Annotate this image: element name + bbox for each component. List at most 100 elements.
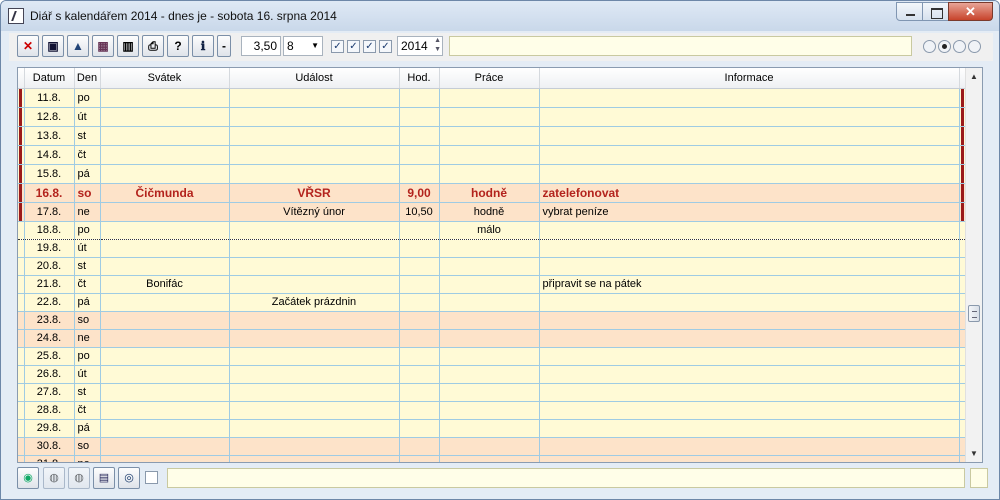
cell-prace[interactable] [439, 437, 540, 456]
cell-svatek[interactable] [100, 329, 230, 348]
radio-4[interactable] [968, 40, 981, 53]
cell-den[interactable]: čt [74, 275, 101, 294]
cell-udalost[interactable] [229, 329, 400, 348]
cell-udalost[interactable] [229, 383, 400, 402]
cell-datum[interactable]: 30.8. [24, 437, 75, 456]
cell-informace[interactable]: zatelefonovat [539, 183, 960, 203]
table-row[interactable]: 13.8. st [18, 126, 966, 146]
cell-hod[interactable] [399, 311, 440, 330]
cell-den[interactable]: po [74, 347, 101, 366]
cell-prace[interactable] [439, 311, 540, 330]
cell-udalost[interactable] [229, 145, 400, 165]
checkbox-4[interactable]: ✓ [379, 40, 392, 53]
cell-udalost[interactable] [229, 107, 400, 127]
cell-hod[interactable] [399, 126, 440, 146]
cell-prace[interactable]: málo [439, 220, 540, 240]
cell-den[interactable]: ne [74, 455, 101, 462]
cell-svatek[interactable] [100, 220, 230, 240]
radio-3[interactable] [953, 40, 966, 53]
table-row[interactable]: 25.8. po [18, 347, 966, 366]
col-den[interactable]: Den [74, 68, 101, 89]
cell-svatek[interactable]: Bonifác [100, 275, 230, 294]
cell-informace[interactable] [539, 455, 960, 462]
cell-datum[interactable]: 25.8. [24, 347, 75, 366]
cell-informace[interactable] [539, 239, 960, 258]
year-spinner[interactable]: 2014 ▲ ▼ [397, 36, 443, 56]
col-svatek[interactable]: Svátek [100, 68, 230, 89]
cell-datum[interactable]: 21.8. [24, 275, 75, 294]
col-informace[interactable]: Informace [539, 68, 960, 89]
cell-informace[interactable] [539, 220, 960, 240]
cell-udalost[interactable] [229, 437, 400, 456]
cell-svatek[interactable] [100, 126, 230, 146]
table-row[interactable]: 20.8. st [18, 257, 966, 276]
cell-datum[interactable]: 20.8. [24, 257, 75, 276]
cell-prace[interactable] [439, 401, 540, 420]
vertical-scrollbar[interactable]: ▲ ▼ [965, 68, 982, 462]
cell-prace[interactable] [439, 126, 540, 146]
cell-hod[interactable] [399, 107, 440, 127]
table-row[interactable]: 18.8. po málo [18, 220, 966, 240]
table-row[interactable]: 11.8. po [18, 88, 966, 108]
cell-udalost[interactable] [229, 419, 400, 438]
cell-den[interactable]: so [74, 311, 101, 330]
cell-informace[interactable] [539, 107, 960, 127]
cell-svatek[interactable] [100, 107, 230, 127]
cell-prace[interactable] [439, 88, 540, 108]
cell-informace[interactable] [539, 401, 960, 420]
print-button[interactable]: ⎙ [142, 35, 164, 57]
cell-informace[interactable] [539, 437, 960, 456]
web-button[interactable]: ◎ [118, 467, 140, 489]
cell-hod[interactable]: 10,50 [399, 202, 440, 222]
cell-den[interactable]: út [74, 107, 101, 127]
table-row[interactable]: 31.8.ne [18, 455, 966, 462]
col-datum[interactable]: Datum [24, 68, 75, 89]
scroll-down-icon[interactable]: ▼ [966, 445, 982, 462]
cell-datum[interactable]: 27.8. [24, 383, 75, 402]
cell-svatek[interactable] [100, 365, 230, 384]
cell-hod[interactable] [399, 257, 440, 276]
cell-prace[interactable] [439, 329, 540, 348]
cell-udalost[interactable] [229, 401, 400, 420]
cell-udalost[interactable]: VŘSR [229, 183, 400, 203]
cell-hod[interactable] [399, 365, 440, 384]
cell-hod[interactable] [399, 401, 440, 420]
cell-prace[interactable] [439, 293, 540, 312]
cell-udalost[interactable] [229, 220, 400, 240]
save-button[interactable]: ▣ [42, 35, 64, 57]
cell-hod[interactable] [399, 239, 440, 258]
cell-udalost[interactable] [229, 126, 400, 146]
cell-svatek[interactable] [100, 437, 230, 456]
cell-svatek[interactable] [100, 347, 230, 366]
cell-hod[interactable] [399, 145, 440, 165]
table-row[interactable]: 21.8. čt Bonifác připravit se na pátek [18, 275, 966, 294]
cell-svatek[interactable] [100, 88, 230, 108]
cell-svatek[interactable] [100, 145, 230, 165]
radio-2[interactable] [938, 40, 951, 53]
cell-svatek[interactable] [100, 257, 230, 276]
close-button[interactable]: ✕ [948, 2, 993, 21]
cell-udalost[interactable] [229, 88, 400, 108]
table-row[interactable]: 28.8. čt [18, 401, 966, 420]
info-button[interactable]: ℹ [192, 35, 214, 57]
cell-informace[interactable] [539, 257, 960, 276]
spinner-arrows-icon[interactable]: ▲ ▼ [434, 36, 441, 54]
cell-datum[interactable]: 22.8. [24, 293, 75, 312]
scroll-thumb[interactable] [968, 305, 980, 322]
cell-hod[interactable] [399, 383, 440, 402]
cell-udalost[interactable]: Začátek prázdnin [229, 293, 400, 312]
checkbox-3[interactable]: ✓ [363, 40, 376, 53]
cell-informace[interactable] [539, 88, 960, 108]
cell-prace[interactable] [439, 419, 540, 438]
cell-prace[interactable] [439, 347, 540, 366]
cell-hod[interactable] [399, 88, 440, 108]
cell-informace[interactable] [539, 365, 960, 384]
cell-hod[interactable] [399, 437, 440, 456]
cell-hod[interactable] [399, 275, 440, 294]
cell-informace[interactable] [539, 347, 960, 366]
cell-datum[interactable]: 11.8. [24, 88, 75, 108]
cell-datum[interactable]: 17.8. [24, 202, 75, 222]
cell-hod[interactable] [399, 220, 440, 240]
maximize-button[interactable] [922, 2, 949, 21]
book-button[interactable]: ▥ [117, 35, 139, 57]
